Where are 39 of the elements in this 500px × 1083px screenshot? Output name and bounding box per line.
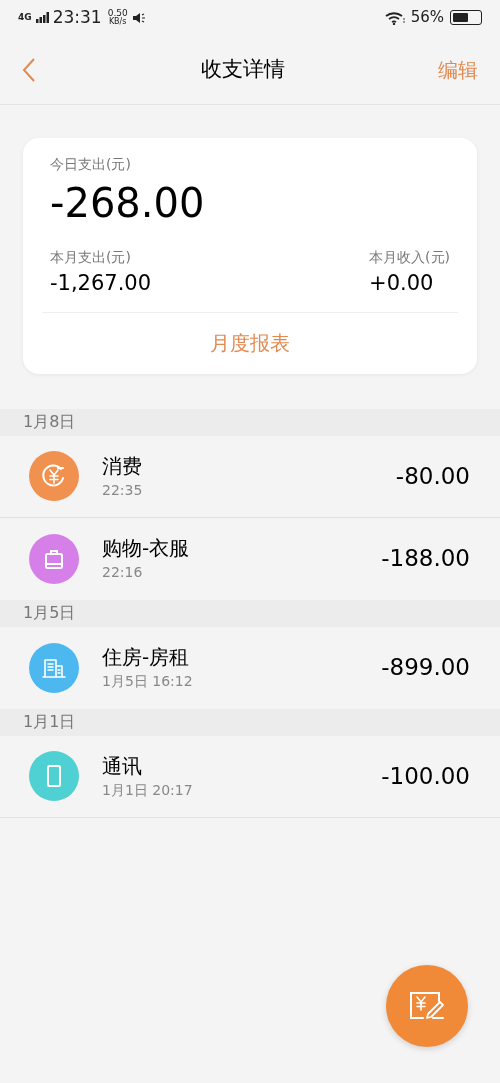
- today-expense-label: 今日支出(元): [50, 155, 132, 174]
- today-expense-value: -268.00: [50, 179, 206, 228]
- transaction-row[interactable]: 消费 22:35 -80.00: [0, 435, 500, 518]
- transaction-time: 1月5日 16:12: [102, 672, 194, 691]
- page-title: 收支详情: [201, 55, 285, 83]
- date-header: 1月1日: [23, 711, 76, 733]
- speed-unit: KB/s: [108, 18, 127, 26]
- speed-value: 0.50: [107, 9, 128, 18]
- clock-time: 23:31: [52, 5, 102, 29]
- transaction-amount: -80.00: [395, 461, 470, 491]
- transaction-amount: -188.00: [381, 544, 470, 574]
- back-icon: [22, 56, 36, 83]
- month-income-value: +0.00: [369, 270, 435, 297]
- transaction-row[interactable]: 住房-房租 1月5日 16:12 -899.00: [0, 626, 500, 709]
- battery-percent: 56%: [410, 7, 444, 29]
- transaction-amount: -100.00: [381, 761, 470, 791]
- transaction-row[interactable]: 购物-衣服 22:16 -188.00: [0, 517, 500, 600]
- month-expense-value: -1,267.00: [50, 270, 152, 297]
- speaker-icon: [131, 11, 146, 24]
- transaction-title: 通讯: [102, 752, 143, 780]
- transaction-title: 购物-衣服: [102, 535, 191, 562]
- date-header: 1月8日: [23, 411, 76, 433]
- transaction-time: 22:35: [102, 480, 144, 500]
- transaction-time: 22:16: [102, 563, 144, 582]
- transaction-title: 消费: [102, 452, 143, 480]
- battery-icon: [450, 10, 482, 25]
- month-expense-label: 本月支出(元): [50, 248, 132, 267]
- signal-icon: [35, 12, 49, 23]
- wifi-icon: [384, 10, 405, 25]
- transaction-time: 1月1日 20:17: [102, 780, 194, 800]
- yen-circle-icon: [41, 463, 67, 489]
- yen-pen-icon: [409, 990, 445, 1022]
- transaction-amount: -899.00: [381, 653, 470, 683]
- transaction-row[interactable]: 通讯 1月1日 20:17 -100.00: [0, 735, 500, 818]
- transaction-title: 住房-房租: [102, 644, 191, 671]
- add-record-button[interactable]: [386, 965, 468, 1047]
- network-label: 4G: [18, 13, 32, 22]
- month-income-label: 本月收入(元): [369, 248, 450, 267]
- date-header: 1月5日: [23, 602, 76, 624]
